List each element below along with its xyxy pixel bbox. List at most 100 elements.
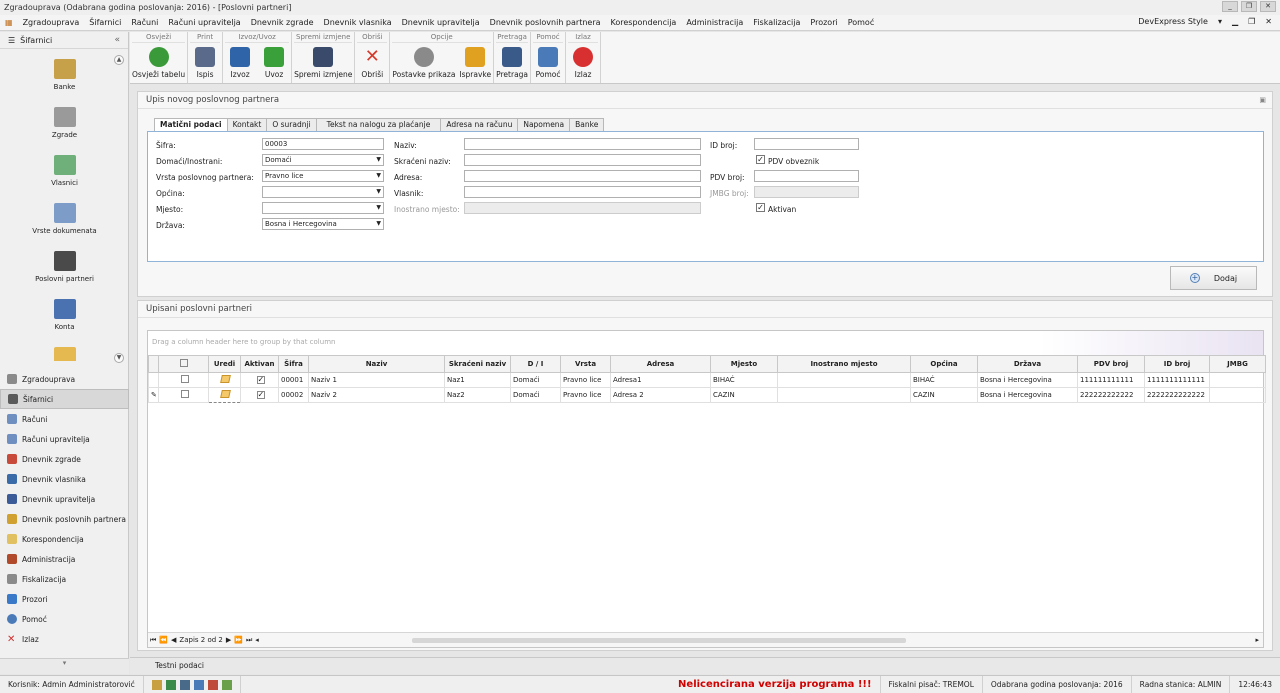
drzava-select[interactable]: Bosna i Hercegovina ▼ [262, 218, 384, 230]
calculator-icon[interactable] [151, 679, 162, 690]
nav-item-korespondencija[interactable]: Korespondencija [0, 529, 129, 549]
menu-dnevnik-zgrade[interactable]: Dnevnik zgrade [246, 18, 319, 27]
prev-record-icon[interactable]: ◀ [171, 636, 176, 644]
nav-item-dnevnik-upravitelja[interactable]: Dnevnik upravitelja [0, 489, 129, 509]
select-all-checkbox[interactable] [179, 359, 188, 367]
cell-pdv[interactable]: 222222222222 [1077, 387, 1145, 403]
cell-sifra[interactable]: 00002 [278, 387, 309, 403]
edit-icon[interactable] [220, 390, 231, 398]
grid-icon[interactable] [179, 679, 190, 690]
row-select-cell[interactable] [158, 387, 209, 403]
search-button[interactable]: Pretraga [496, 45, 528, 79]
cell-inostrano[interactable] [777, 387, 911, 403]
col-id-broj[interactable]: ID broj [1144, 355, 1210, 373]
cell-naziv[interactable]: Naziv 2 [308, 387, 445, 403]
scroll-right-icon[interactable]: ▸ [1255, 636, 1259, 644]
tab-tekst-na-nalogu[interactable]: Tekst na nalogu za plaćanje [315, 118, 442, 131]
nav-item-sifarnici[interactable]: Šifarnici [0, 389, 129, 409]
nav-big-zgrade[interactable]: Zgrade [0, 107, 129, 139]
add-button[interactable]: + Dodaj [1170, 266, 1257, 290]
refresh-button[interactable]: Osvježi tabelu [132, 45, 185, 79]
minimize-icon[interactable]: _ [1222, 1, 1238, 12]
cell-adresa[interactable]: Adresa 2 [610, 387, 711, 403]
cell-id[interactable]: 2222222222222 [1144, 387, 1210, 403]
cell-di[interactable]: Domaći [510, 372, 561, 388]
col-mjesto[interactable]: Mjesto [710, 355, 778, 373]
cell-drzava[interactable]: Bosna i Hercegovina [977, 387, 1078, 403]
tab-o-suradnji[interactable]: O suradnji [266, 118, 317, 131]
cell-sifra[interactable]: 00001 [278, 372, 309, 388]
exit-button[interactable]: Izlaz [568, 45, 598, 79]
tab-maticni-podaci[interactable]: Matični podaci [154, 118, 228, 132]
mdi-close-icon[interactable]: ✕ [1265, 17, 1272, 26]
cell-di[interactable]: Domaći [510, 387, 561, 403]
adresa-input[interactable] [464, 170, 701, 182]
cell-adresa[interactable]: Adresa1 [610, 372, 711, 388]
menu-zgradouprava[interactable]: Zgradouprava [18, 18, 85, 27]
aktivan-check[interactable]: ✓ [256, 376, 265, 384]
nav-overflow-icon[interactable]: ▾ [0, 658, 129, 674]
cell-skraceni[interactable]: Naz1 [444, 372, 511, 388]
mdi-restore-icon[interactable]: ❐ [1248, 17, 1255, 26]
col-drzava[interactable]: Država [977, 355, 1078, 373]
nav-item-administracija[interactable]: Administracija [0, 549, 129, 569]
col-jmbg[interactable]: JMBG [1209, 355, 1266, 373]
edit-icon[interactable] [220, 375, 231, 383]
cell-opcina[interactable]: BIHAĆ [910, 372, 978, 388]
cell-mjesto[interactable]: CAZIN [710, 387, 778, 403]
menu-racuni[interactable]: Računi [126, 18, 163, 27]
tab-adresa-na-racunu[interactable]: Adresa na računu [440, 118, 519, 131]
sifra-input[interactable]: 00003 [262, 138, 384, 150]
cell-naziv[interactable]: Naziv 1 [308, 372, 445, 388]
scroll-left-icon[interactable]: ◂ [255, 636, 259, 644]
aktivan-cell[interactable]: ✓ [240, 387, 279, 403]
nav-item-pomoc[interactable]: Pomoć [0, 609, 129, 629]
nav-big-poslovni-partneri[interactable]: Poslovni partneri [0, 251, 129, 283]
cell-skraceni[interactable]: Naz2 [444, 387, 511, 403]
nav-big-vrste-dokumenata[interactable]: Vrste dokumenata [0, 203, 129, 235]
col-opcina[interactable]: Općina [910, 355, 978, 373]
nav-big-konta[interactable]: Konta [0, 299, 129, 331]
nav-big-banke[interactable]: Banke [0, 59, 129, 91]
pdv-obveznik-checkbox[interactable]: ✓ [756, 155, 765, 164]
table-row[interactable]: ✓ 00001 Naziv 1 Naz1 Domaći Pravno lice … [148, 372, 1266, 388]
nav-item-prozori[interactable]: Prozori [0, 589, 129, 609]
cell-vrsta[interactable]: Pravno lice [560, 387, 611, 403]
domaci-select[interactable]: Domaći ▼ [262, 154, 384, 166]
naziv-input[interactable] [464, 138, 701, 150]
nav-item-zgradouprava[interactable]: Zgradouprava [0, 369, 129, 389]
col-di[interactable]: D / I [510, 355, 561, 373]
aktivan-check[interactable]: ✓ [256, 391, 265, 399]
panel-collapse-icon[interactable]: ▣ [1259, 96, 1266, 104]
delete-button[interactable]: ✕ Obriši [357, 45, 387, 80]
cell-drzava[interactable]: Bosna i Hercegovina [977, 372, 1078, 388]
pdv-broj-input[interactable] [754, 170, 859, 182]
col-uredi[interactable]: Uredi [208, 355, 241, 373]
document-tab-testni-podaci[interactable]: Testni podaci [130, 657, 1280, 674]
style-dropdown-icon[interactable]: ▾ [1218, 17, 1222, 26]
aktivan-checkbox[interactable]: ✓ [756, 203, 765, 212]
mjesto-select[interactable]: ▼ [262, 202, 384, 214]
vrsta-select[interactable]: Pravno lice ▼ [262, 170, 384, 182]
nav-big-vlasnici[interactable]: Vlasnici [0, 155, 129, 187]
cell-jmbg[interactable] [1209, 387, 1266, 403]
tab-banke[interactable]: Banke [569, 118, 605, 131]
prev-page-icon[interactable]: ⏪ [159, 636, 168, 644]
nav-item-dnevnik-poslovnih-partnera[interactable]: Dnevnik poslovnih partnera [0, 509, 129, 529]
menu-fiskalizacija[interactable]: Fiskalizacija [748, 18, 805, 27]
dropdown-arrow-icon[interactable]: ▼ [376, 171, 381, 181]
cell-inostrano[interactable] [777, 372, 911, 388]
app-menu-icon[interactable]: ▦ [0, 18, 18, 27]
help-button[interactable]: Pomoć [533, 45, 563, 79]
col-skraceni-naziv[interactable]: Skraćeni naziv [444, 355, 511, 373]
select-all-header[interactable] [158, 355, 209, 373]
export-button[interactable]: Izvoz [225, 45, 255, 79]
aktivan-cell[interactable]: ✓ [240, 372, 279, 388]
next-record-icon[interactable]: ▶ [226, 636, 231, 644]
menu-korespondencija[interactable]: Korespondencija [606, 18, 682, 27]
collapse-icon[interactable]: « [114, 35, 120, 45]
dropdown-arrow-icon[interactable]: ▼ [376, 203, 381, 213]
edit-cell[interactable] [208, 372, 241, 388]
dropdown-arrow-icon[interactable]: ▼ [376, 187, 381, 197]
row-select-checkbox[interactable] [180, 375, 189, 383]
